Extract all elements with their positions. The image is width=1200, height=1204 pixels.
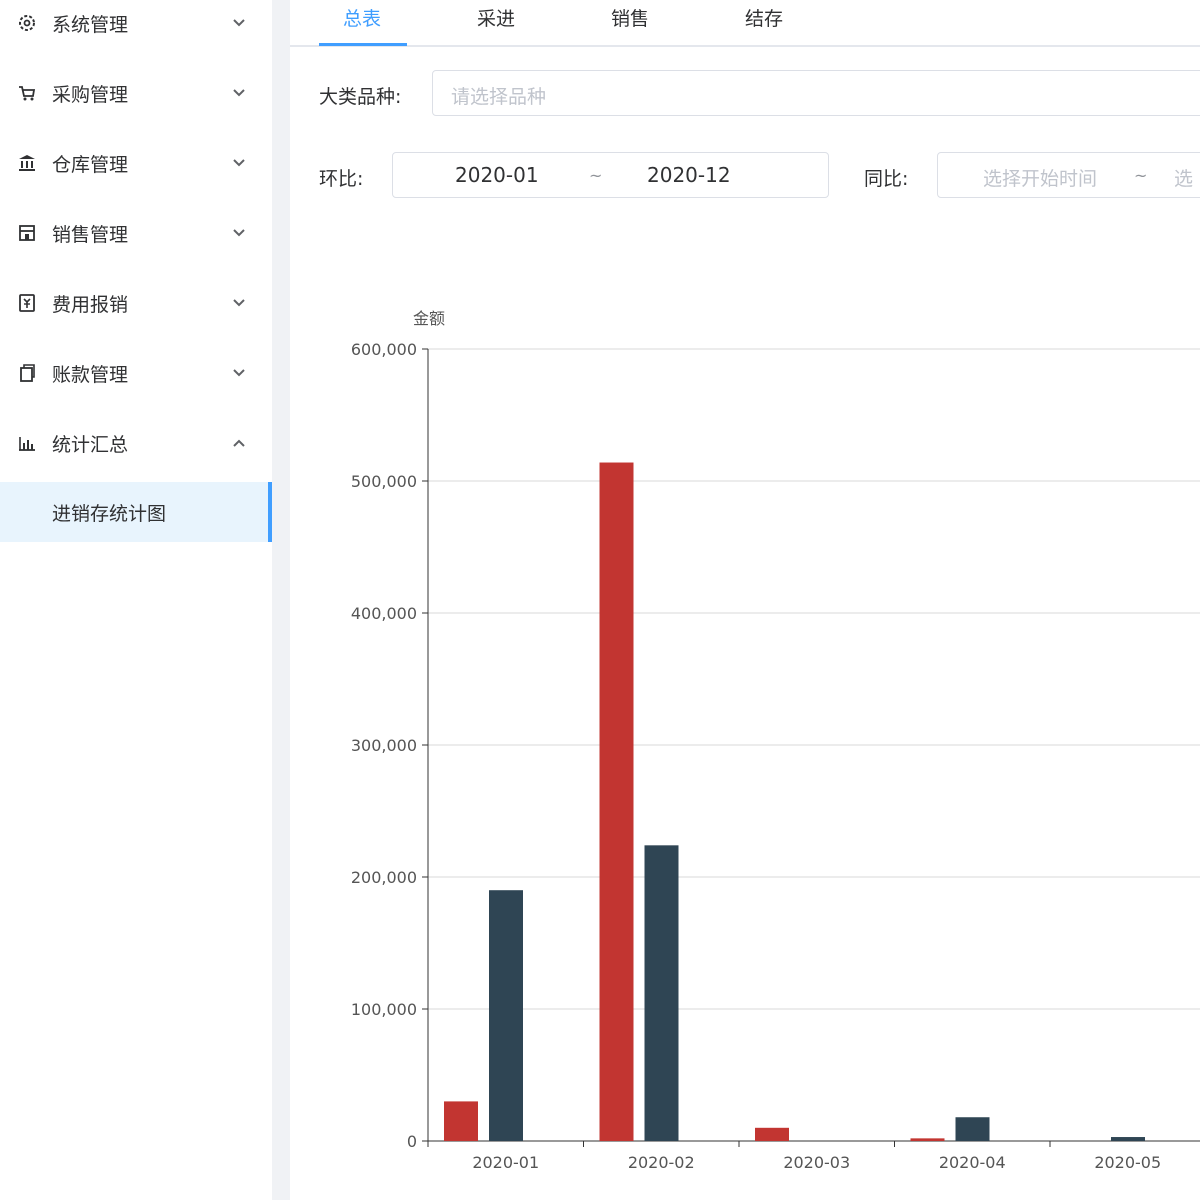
- yoy-label: 同比:: [864, 168, 909, 190]
- gear-icon: [16, 12, 38, 34]
- tab-summary[interactable]: 总表: [343, 4, 381, 31]
- sidebar-item-label: 销售管理: [52, 223, 129, 246]
- chevron-down-icon: [230, 364, 248, 382]
- category-label: 大类品种:: [319, 86, 402, 108]
- active-tab-indicator: [319, 43, 407, 46]
- chevron-down-icon: [230, 224, 248, 242]
- sidebar-item-label: 采购管理: [52, 83, 129, 106]
- x-tick-label: 2020-02: [628, 1153, 695, 1172]
- category-select[interactable]: 请选择品种: [432, 70, 1200, 116]
- sidebar-item-label: 仓库管理: [52, 153, 129, 176]
- mom-date-range[interactable]: 2020-01 ~ 2020-12: [392, 152, 829, 198]
- sidebar-item-label: 账款管理: [52, 363, 129, 386]
- chevron-down-icon: [230, 14, 248, 32]
- chart-canvas: 金额 0 100,000 200,000 300,000 400,000 500,000 60…: [351, 309, 1200, 1172]
- tab-inventory[interactable]: 结存: [745, 4, 783, 31]
- sidebar-subitem-label: 进销存统计图: [52, 502, 167, 525]
- layout-gutter: [272, 0, 290, 1200]
- x-tick-label: 2020-05: [1094, 1153, 1161, 1172]
- y-tick-label: 200,000: [351, 868, 417, 887]
- y-tick-label: 400,000: [351, 604, 417, 623]
- x-tick-label: 2020-03: [783, 1153, 850, 1172]
- x-tick-label: 2020-01: [472, 1153, 539, 1172]
- tab-bar: 总表 采进 销售 结存: [290, 0, 1200, 47]
- main-content: 总表 采进 销售 结存 大类品种: 请选择品种 环比: 2020-01 ~ 20…: [290, 0, 1200, 1200]
- tab-sales[interactable]: 销售: [611, 4, 649, 31]
- category-placeholder: 请选择品种: [451, 86, 547, 108]
- y-tick-label: 300,000: [351, 736, 417, 755]
- sidebar-item-label: 系统管理: [52, 13, 129, 36]
- copy-document-icon: [16, 362, 38, 384]
- bar: [755, 1127, 789, 1141]
- range-separator: ~: [589, 166, 603, 185]
- yoy-end-placeholder: 选: [1174, 168, 1194, 190]
- tab-purchase[interactable]: 采进: [477, 4, 515, 31]
- bar: [644, 845, 679, 1141]
- bar: [910, 1138, 945, 1141]
- sidebar-item-system[interactable]: 系统管理: [0, 0, 272, 58]
- sidebar-item-label: 费用报销: [52, 293, 129, 316]
- bar: [599, 462, 634, 1141]
- mom-label: 环比:: [319, 168, 364, 190]
- sidebar-item-warehouse[interactable]: 仓库管理: [0, 128, 272, 198]
- sidebar-subitem-inventory-chart[interactable]: 进销存统计图: [0, 482, 272, 542]
- chevron-down-icon: [230, 294, 248, 312]
- bar: [955, 1117, 990, 1141]
- yoy-date-range[interactable]: 选择开始时间 ~ 选: [937, 152, 1200, 198]
- y-tick-label: 100,000: [351, 1000, 417, 1019]
- bar: [489, 890, 523, 1141]
- sidebar-item-expense[interactable]: 费用报销: [0, 268, 272, 338]
- yoy-start-placeholder: 选择开始时间: [983, 168, 1098, 190]
- sidebar-item-accounts[interactable]: 账款管理: [0, 338, 272, 408]
- y-tick-label: 0: [407, 1132, 417, 1151]
- sidebar-item-label: 统计汇总: [52, 433, 129, 456]
- bar-chart-icon: [16, 432, 38, 454]
- y-tick-label: 600,000: [351, 340, 417, 359]
- sidebar-item-statistics[interactable]: 统计汇总: [0, 408, 272, 478]
- chevron-down-icon: [230, 154, 248, 172]
- bar: [444, 1101, 478, 1141]
- sidebar-item-sales[interactable]: 销售管理: [0, 198, 272, 268]
- range-separator: ~: [1134, 166, 1148, 185]
- y-tick-label: 500,000: [351, 472, 417, 491]
- mom-end-date: 2020-12: [647, 163, 731, 187]
- cart-icon: [16, 82, 38, 104]
- bar-chart: 金额 0 100,000 200,000 300,000 400,000 500,000 60…: [290, 290, 1200, 1200]
- sidebar-item-purchase[interactable]: 采购管理: [0, 58, 272, 128]
- chevron-up-icon: [230, 434, 248, 452]
- x-tick-label: 2020-04: [939, 1153, 1006, 1172]
- chevron-down-icon: [230, 84, 248, 102]
- bank-icon: [16, 152, 38, 174]
- y-axis-title: 金额: [413, 309, 445, 328]
- store-icon: [16, 222, 38, 244]
- sidebar: 系统管理 采购管理 仓库管理 销售管理 费用报销 账款管理 统计汇总 进销存统计…: [0, 0, 272, 1200]
- bar: [1111, 1137, 1145, 1141]
- yuan-receipt-icon: [16, 292, 38, 314]
- mom-start-date: 2020-01: [455, 163, 539, 187]
